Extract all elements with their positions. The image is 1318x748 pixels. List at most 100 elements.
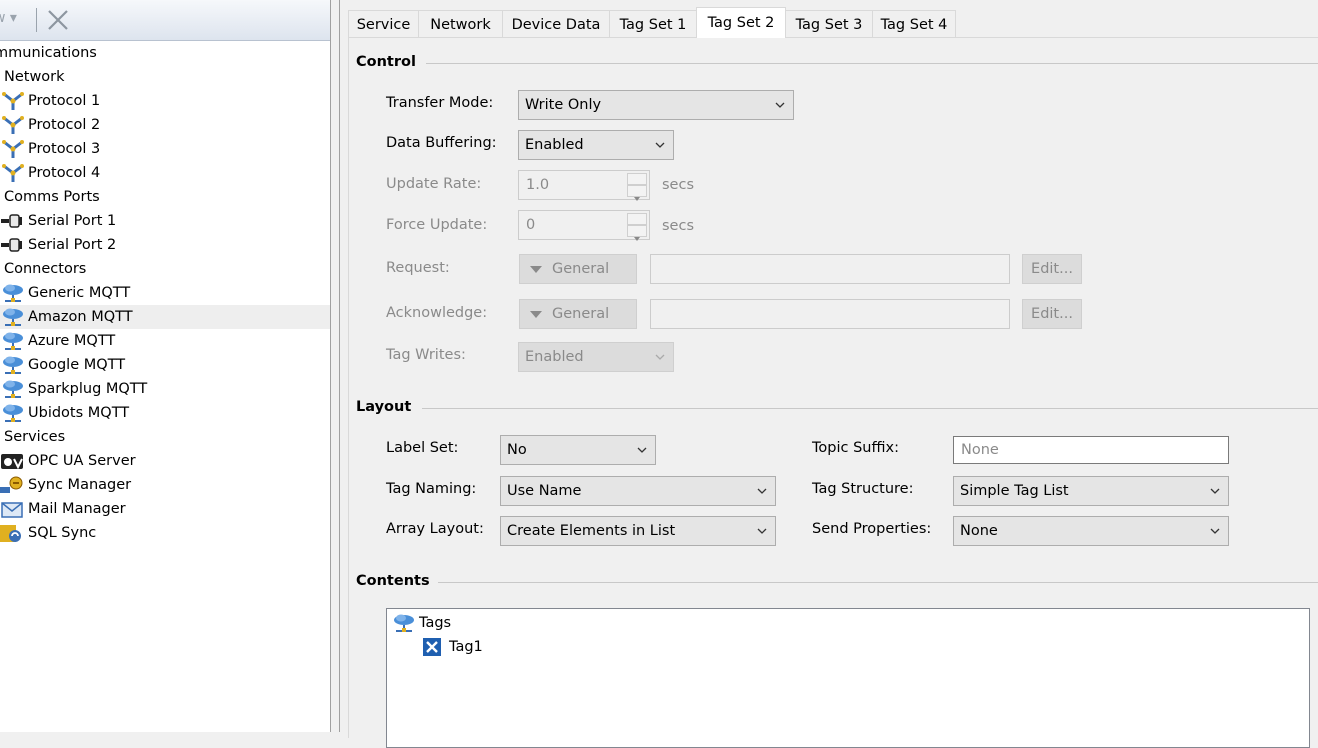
- pane-splitter[interactable]: [331, 0, 340, 732]
- tree-item-google-mqtt[interactable]: Google MQTT: [0, 353, 125, 377]
- update-rate-units: secs: [662, 177, 695, 193]
- caret-down-icon: [530, 311, 542, 318]
- protocol-icon: [0, 115, 26, 135]
- spin-up-icon[interactable]: [627, 173, 647, 189]
- contents-tree: Tags Tag1: [386, 608, 1310, 748]
- tab-tag-set-2[interactable]: Tag Set 2: [696, 7, 786, 38]
- tree-item-sync-manager[interactable]: Sync Manager: [0, 473, 131, 497]
- spin-down-icon[interactable]: [627, 225, 647, 241]
- acknowledge-edit-button[interactable]: Edit...: [1022, 299, 1082, 329]
- tree-item-services[interactable]: Services: [4, 425, 65, 449]
- label-set-select[interactable]: No: [500, 435, 656, 465]
- tab-tag-set-3[interactable]: Tag Set 3: [785, 10, 873, 37]
- cloud-connector-icon: [0, 355, 26, 375]
- chevron-down-icon: [757, 528, 767, 534]
- tree-item-label: Services: [4, 429, 66, 445]
- tag-naming-select[interactable]: Use Name: [500, 476, 776, 506]
- tree-item-protocol-2[interactable]: Protocol 2: [0, 113, 100, 137]
- contents-tree-root[interactable]: Tags: [391, 611, 451, 635]
- tree-item-generic-mqtt[interactable]: Generic MQTT: [0, 281, 330, 305]
- request-topic-field[interactable]: [650, 254, 1010, 284]
- tree-item-label: Azure MQTT: [28, 333, 116, 349]
- topic-suffix-input[interactable]: None: [953, 436, 1229, 464]
- tree-item-azure-mqtt[interactable]: Azure MQTT: [0, 329, 115, 353]
- tab-network[interactable]: Network: [418, 10, 503, 37]
- data-buffering-value: Enabled: [525, 137, 584, 153]
- tab-tag-set-1[interactable]: Tag Set 1: [609, 10, 697, 37]
- chevron-down-icon: [655, 354, 665, 360]
- cloud-connector-icon: [391, 613, 417, 633]
- request-type-button[interactable]: General: [519, 254, 637, 284]
- tree-item-protocol-1[interactable]: Protocol 1: [0, 89, 100, 113]
- array-layout-value: Create Elements in List: [507, 523, 676, 539]
- topic-suffix-label: Topic Suffix:: [812, 440, 899, 456]
- tree-item-protocol-4[interactable]: Protocol 4: [0, 161, 100, 185]
- tree-item-label: Serial Port 2: [28, 237, 117, 253]
- acknowledge-type-label: General: [552, 306, 610, 322]
- request-edit-button[interactable]: Edit...: [1022, 254, 1082, 284]
- tag-structure-label: Tag Structure:: [812, 481, 914, 497]
- tree-item-comms-ports[interactable]: Comms Ports: [4, 185, 100, 209]
- tree-item-network[interactable]: Network: [4, 65, 65, 89]
- label-set-value: No: [507, 442, 527, 458]
- tag-naming-value: Use Name: [507, 483, 582, 499]
- transfer-mode-select[interactable]: Write Only: [518, 90, 794, 120]
- tab-service[interactable]: Service: [348, 10, 419, 37]
- send-properties-select[interactable]: None: [953, 516, 1229, 546]
- contents-tree-tag1[interactable]: Tag1: [421, 635, 483, 659]
- spin-down-icon[interactable]: [627, 185, 647, 201]
- topic-suffix-placeholder: None: [961, 442, 999, 458]
- tree-item-serial-port-2[interactable]: Serial Port 2: [0, 233, 116, 257]
- serial-port-icon: [0, 211, 26, 231]
- chevron-down-icon: [757, 488, 767, 494]
- new-button[interactable]: w ▾: [0, 10, 17, 26]
- tree-item-label: Sparkplug MQTT: [28, 381, 148, 397]
- tree-item-mail-manager[interactable]: Mail Manager: [0, 497, 126, 521]
- tree-item-label: Network: [4, 69, 65, 85]
- tag-structure-select[interactable]: Simple Tag List: [953, 476, 1229, 506]
- tree-item-sql-sync[interactable]: SQL Sync: [0, 521, 96, 545]
- tree-item-communications[interactable]: mmunications: [0, 41, 97, 65]
- acknowledge-topic-field[interactable]: [650, 299, 1010, 329]
- control-group-divider: [426, 63, 1318, 64]
- tree-item-label: Comms Ports: [4, 189, 100, 205]
- spin-up-icon[interactable]: [627, 213, 647, 229]
- control-group-title: Control: [356, 54, 416, 70]
- tree-item-ubidots-mqtt[interactable]: Ubidots MQTT: [0, 401, 129, 425]
- acknowledge-type-button[interactable]: General: [519, 299, 637, 329]
- tab-device-data[interactable]: Device Data: [502, 10, 610, 37]
- tag-writes-select[interactable]: Enabled: [518, 342, 674, 372]
- array-layout-select[interactable]: Create Elements in List: [500, 516, 776, 546]
- request-type-label: General: [552, 261, 610, 277]
- data-buffering-select[interactable]: Enabled: [518, 130, 674, 160]
- tree-item-connectors[interactable]: Connectors: [4, 257, 86, 281]
- update-rate-label: Update Rate:: [386, 176, 482, 192]
- cloud-connector-icon: [0, 379, 26, 399]
- tree-item-label: OPC UA Server: [28, 453, 136, 469]
- tab-tag-set-4[interactable]: Tag Set 4: [872, 10, 956, 37]
- tree-item-label: Serial Port 1: [28, 213, 117, 229]
- chevron-down-icon: [637, 447, 647, 453]
- sync-manager-icon: [0, 475, 26, 495]
- request-label: Request:: [386, 260, 450, 276]
- delete-icon[interactable]: [46, 8, 70, 32]
- tree-item-label: Mail Manager: [28, 501, 126, 517]
- transfer-mode-value: Write Only: [525, 97, 602, 113]
- envelope-icon: [0, 499, 26, 519]
- tree-item-label: Protocol 4: [28, 165, 101, 181]
- database-sync-icon: [0, 523, 26, 543]
- tree-item-label: Protocol 1: [28, 93, 101, 109]
- update-rate-spinner[interactable]: 1.0: [518, 170, 650, 201]
- tree-item-serial-port-1[interactable]: Serial Port 1: [0, 209, 116, 233]
- label-set-label: Label Set:: [386, 440, 459, 456]
- tree-item-opc-ua-server[interactable]: OPC UA Server: [0, 449, 136, 473]
- contents-group-divider: [438, 582, 1318, 583]
- force-update-label: Force Update:: [386, 217, 488, 233]
- chevron-down-icon: [1210, 488, 1220, 494]
- tree-item-sparkplug-mqtt[interactable]: Sparkplug MQTT: [0, 377, 147, 401]
- data-buffering-label: Data Buffering:: [386, 135, 497, 151]
- send-properties-value: None: [960, 523, 998, 539]
- force-update-spinner[interactable]: 0: [518, 210, 650, 241]
- tree-item-protocol-3[interactable]: Protocol 3: [0, 137, 100, 161]
- tree-item-amazon-mqtt[interactable]: Amazon MQTT: [0, 305, 330, 329]
